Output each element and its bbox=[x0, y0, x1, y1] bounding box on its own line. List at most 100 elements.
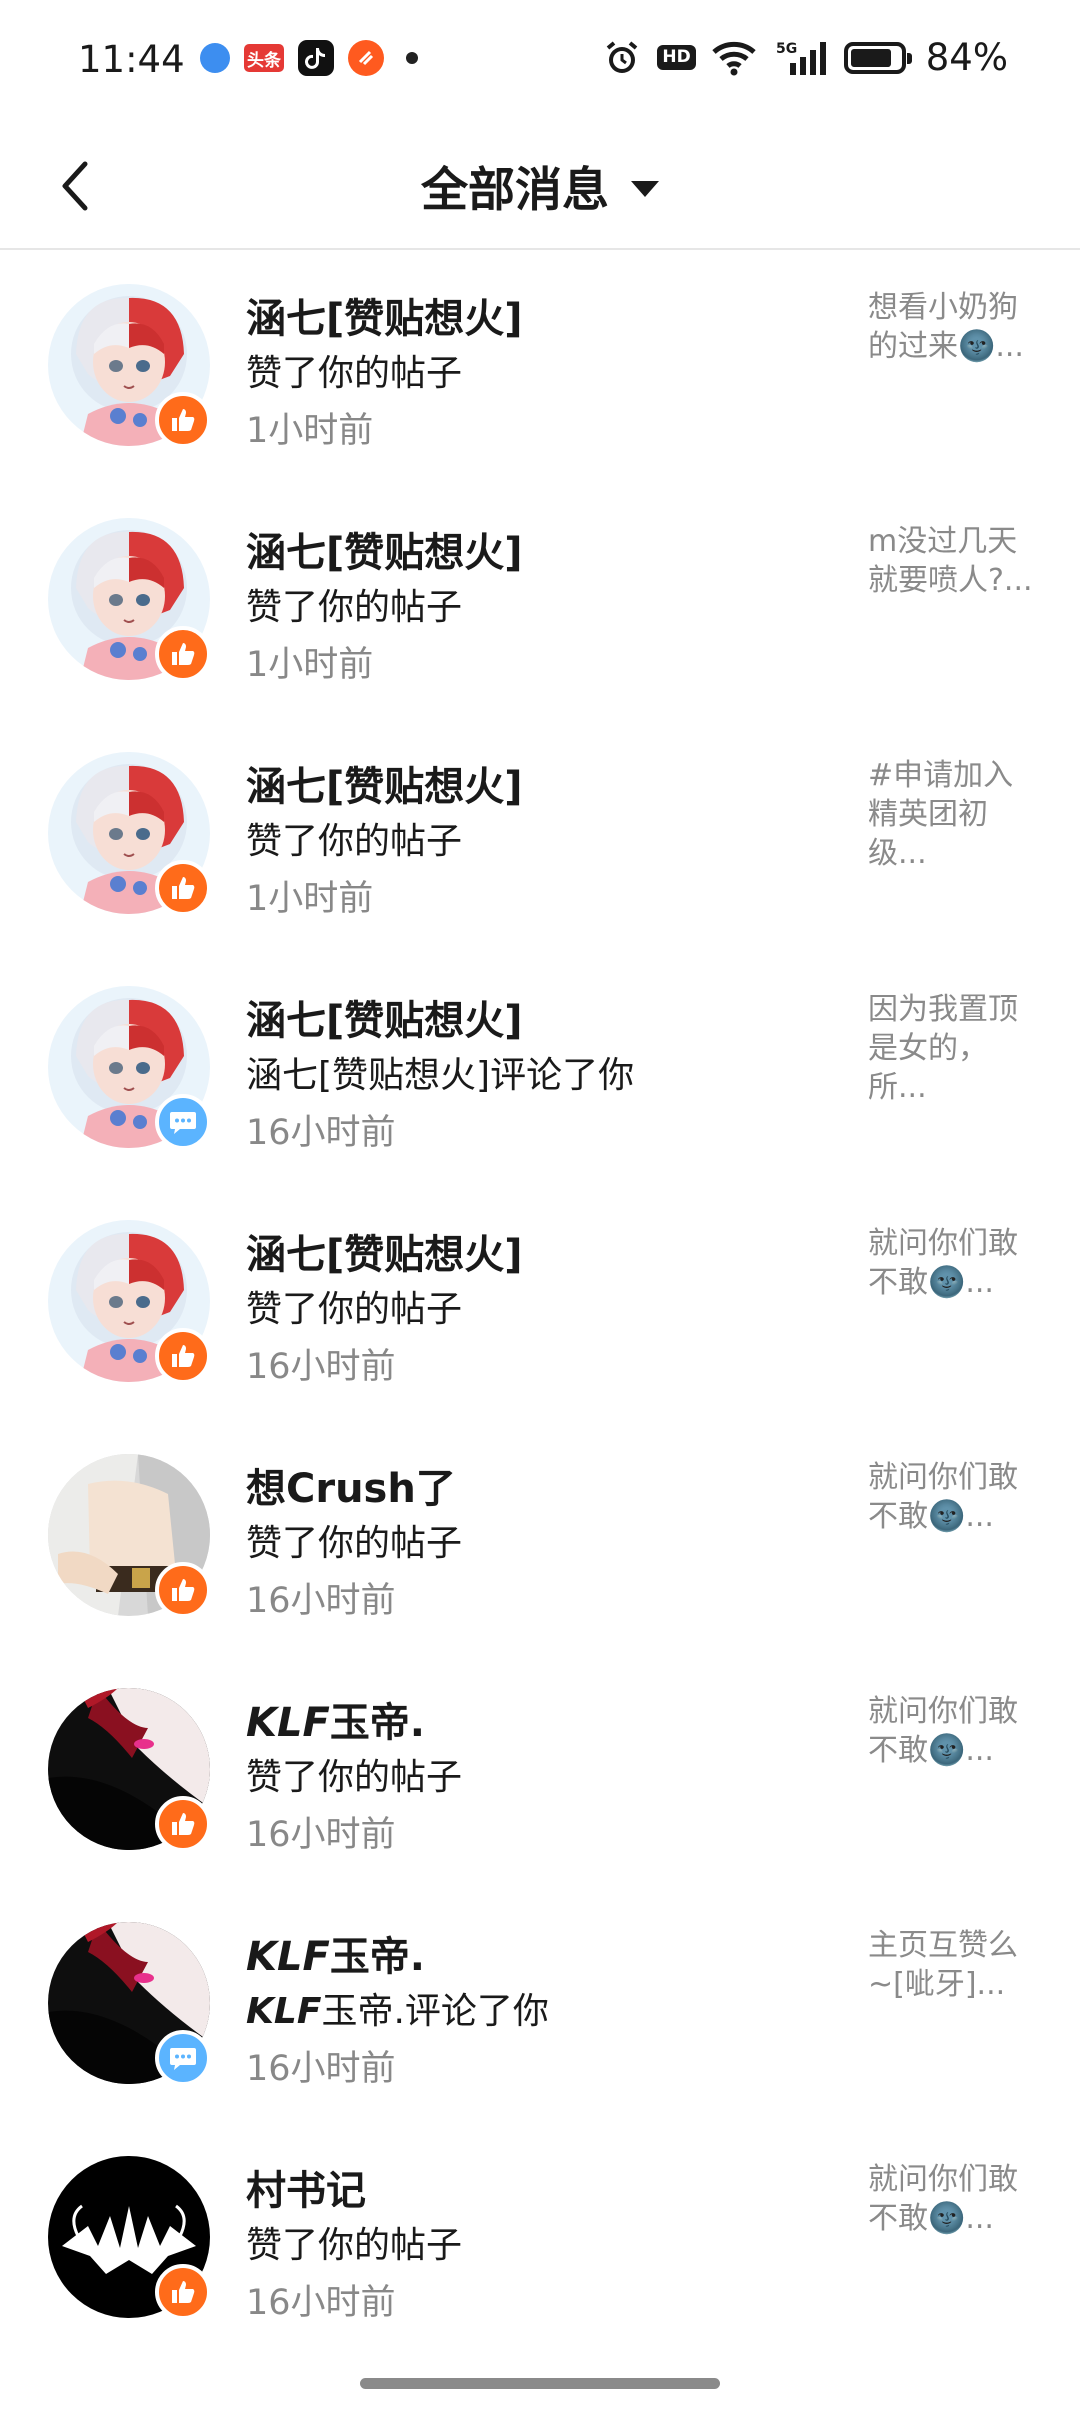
sender-name[interactable]: 涵七[赞贴想火] bbox=[246, 754, 523, 812]
header: 全部消息 bbox=[0, 125, 1080, 250]
sender-name-text: 涵七[赞贴想火] bbox=[246, 764, 523, 810]
battery-percent: 84% bbox=[925, 36, 1008, 79]
message-action: 赞了你的帖子 bbox=[246, 1514, 462, 1566]
tiktok-app-icon bbox=[298, 40, 334, 76]
message-item[interactable]: 涵七[赞贴想火] 赞了你的帖子 1小时前 #申请加入精英团初级... bbox=[0, 720, 1080, 954]
like-badge bbox=[155, 1796, 211, 1852]
post-preview[interactable]: #申请加入精英团初级... bbox=[868, 756, 1038, 873]
sender-name[interactable]: 村书记 bbox=[246, 2158, 366, 2216]
action-text: 赞了你的帖子 bbox=[246, 821, 463, 862]
action-text: 赞了你的帖子 bbox=[246, 587, 463, 628]
message-action: 赞了你的帖子 bbox=[246, 1748, 462, 1800]
toutiao-app-icon: 头条 bbox=[244, 44, 284, 72]
sender-name-prefix: KLF bbox=[246, 1700, 330, 1746]
message-item[interactable]: KLF玉帝. 赞了你的帖子 16小时前 就问你们敢不敢🌚... bbox=[0, 1656, 1080, 1890]
sender-name[interactable]: KLF玉帝. bbox=[246, 1924, 425, 1982]
message-time: 16小时前 bbox=[246, 1347, 396, 1387]
status-bar: 11:44 头条 HD 5G 84% bbox=[0, 0, 1080, 125]
sender-name-text: 村书记 bbox=[246, 2168, 366, 2214]
message-item[interactable]: 村书记赞了你的帖子 16小时前 就问你们敢不敢🌚... bbox=[0, 2124, 1080, 2358]
message-time: 1小时前 bbox=[246, 645, 374, 685]
page-title: 全部消息 bbox=[421, 163, 609, 218]
sender-name-text: 涵七[赞贴想火] bbox=[246, 296, 523, 342]
message-item[interactable]: 涵七[赞贴想火] 赞了你的帖子 1小时前 想看小奶狗的过来🌚... bbox=[0, 252, 1080, 486]
comment-bubble-icon bbox=[170, 2048, 196, 2070]
cellular-5g-icon: 5G bbox=[772, 39, 828, 77]
comment-badge bbox=[155, 1094, 211, 1150]
sender-name[interactable]: 涵七[赞贴想火] bbox=[246, 1222, 523, 1280]
message-time: 16小时前 bbox=[246, 1815, 396, 1855]
message-item[interactable]: KLF玉帝. KLF玉帝.评论了你 16小时前 主页互赞么~[呲牙]... bbox=[0, 1890, 1080, 2124]
more-notifications-dot-icon bbox=[406, 52, 418, 64]
like-badge bbox=[155, 2264, 211, 2320]
sender-name[interactable]: 涵七[赞贴想火] bbox=[246, 988, 523, 1046]
like-badge bbox=[155, 392, 211, 448]
action-text: 赞了你的帖子 bbox=[246, 1523, 463, 1564]
message-time: 1小时前 bbox=[246, 879, 374, 919]
orange-app-icon bbox=[348, 40, 384, 76]
thumbs-up-icon bbox=[172, 877, 195, 899]
message-item[interactable]: 想Crush了赞了你的帖子 16小时前 就问你们敢不敢🌚... bbox=[0, 1422, 1080, 1656]
post-preview[interactable]: 主页互赞么~[呲牙]... bbox=[868, 1926, 1038, 2004]
comment-badge bbox=[155, 2030, 211, 2086]
notification-app-icons: 头条 bbox=[200, 40, 418, 76]
message-action: 赞了你的帖子 bbox=[246, 2216, 462, 2268]
message-action: 赞了你的帖子 bbox=[246, 812, 462, 864]
sender-name-text: 涵七[赞贴想火] bbox=[246, 530, 523, 576]
thumbs-up-icon bbox=[172, 643, 195, 665]
action-text: 赞了你的帖子 bbox=[246, 1289, 463, 1330]
message-time: 16小时前 bbox=[246, 1581, 396, 1621]
like-badge bbox=[155, 626, 211, 682]
post-preview[interactable]: 就问你们敢不敢🌚... bbox=[868, 1458, 1038, 1536]
post-preview[interactable]: 就问你们敢不敢🌚... bbox=[868, 1224, 1038, 1302]
message-filter-dropdown[interactable]: 全部消息 bbox=[0, 151, 1080, 220]
sender-name-prefix: KLF bbox=[246, 1934, 330, 1980]
post-preview[interactable]: 就问你们敢不敢🌚... bbox=[868, 2160, 1038, 2238]
comment-bubble-icon bbox=[170, 1112, 196, 1134]
alarm-icon bbox=[603, 39, 641, 77]
message-time: 16小时前 bbox=[246, 2283, 396, 2323]
message-time: 16小时前 bbox=[246, 2049, 396, 2089]
sender-name-text: 玉帝. bbox=[329, 1934, 426, 1980]
thumbs-up-icon bbox=[172, 1345, 195, 1367]
status-indicators: HD 5G 84% bbox=[603, 36, 1008, 79]
message-item[interactable]: 涵七[赞贴想火] 赞了你的帖子 1小时前 m没过几天就要喷人?... bbox=[0, 486, 1080, 720]
sender-name[interactable]: 想Crush了 bbox=[246, 1456, 456, 1514]
message-list: 涵七[赞贴想火] 赞了你的帖子 1小时前 想看小奶狗的过来🌚... 涵七[赞贴想火] 赞了… bbox=[0, 252, 1080, 2358]
home-indicator[interactable] bbox=[360, 2378, 720, 2389]
post-preview[interactable]: 想看小奶狗的过来🌚... bbox=[868, 288, 1038, 366]
sender-name[interactable]: 涵七[赞贴想火] bbox=[246, 520, 523, 578]
like-badge bbox=[155, 1328, 211, 1384]
message-item[interactable]: 涵七[赞贴想火] 涵七[赞贴想火]评论了你 16小时前 因为我置顶是女的，所... bbox=[0, 954, 1080, 1188]
sender-name[interactable]: 涵七[赞贴想火] bbox=[246, 286, 523, 344]
sender-name-text: 玉帝. bbox=[329, 1700, 426, 1746]
action-text: 赞了你的帖子 bbox=[246, 2225, 463, 2266]
sender-name-text: 涵七[赞贴想火] bbox=[246, 1232, 523, 1278]
thumbs-up-icon bbox=[172, 2281, 195, 2303]
post-preview[interactable]: 因为我置顶是女的，所... bbox=[868, 990, 1038, 1107]
blue-bubble-app-icon bbox=[200, 43, 230, 73]
message-action: 赞了你的帖子 bbox=[246, 1280, 462, 1332]
sender-name[interactable]: KLF玉帝. bbox=[246, 1690, 425, 1748]
message-time: 16小时前 bbox=[246, 1113, 396, 1153]
thumbs-up-icon bbox=[172, 1579, 195, 1601]
post-preview[interactable]: 就问你们敢不敢🌚... bbox=[868, 1692, 1038, 1770]
sender-name-text: 涵七[赞贴想火] bbox=[246, 998, 523, 1044]
sender-name-text: 想Crush了 bbox=[246, 1466, 456, 1512]
status-time: 11:44 bbox=[78, 38, 185, 81]
hd-badge: HD bbox=[657, 45, 696, 70]
post-preview[interactable]: m没过几天就要喷人?... bbox=[868, 522, 1038, 600]
caret-down-icon bbox=[631, 180, 659, 197]
action-text: 涵七[赞贴想火]评论了你 bbox=[246, 1055, 635, 1096]
like-badge bbox=[155, 860, 211, 916]
like-badge bbox=[155, 1562, 211, 1618]
action-name-prefix: KLF bbox=[246, 1991, 322, 2032]
message-action: 赞了你的帖子 bbox=[246, 344, 462, 396]
action-text: 玉帝.评论了你 bbox=[321, 1991, 549, 2032]
message-action: KLF玉帝.评论了你 bbox=[246, 1982, 549, 2034]
thumbs-up-icon bbox=[172, 409, 195, 431]
message-action: 涵七[赞贴想火]评论了你 bbox=[246, 1046, 634, 1098]
svg-text:5G: 5G bbox=[776, 41, 797, 57]
message-item[interactable]: 涵七[赞贴想火] 赞了你的帖子 16小时前 就问你们敢不敢🌚... bbox=[0, 1188, 1080, 1422]
thumbs-up-icon bbox=[172, 1813, 195, 1835]
